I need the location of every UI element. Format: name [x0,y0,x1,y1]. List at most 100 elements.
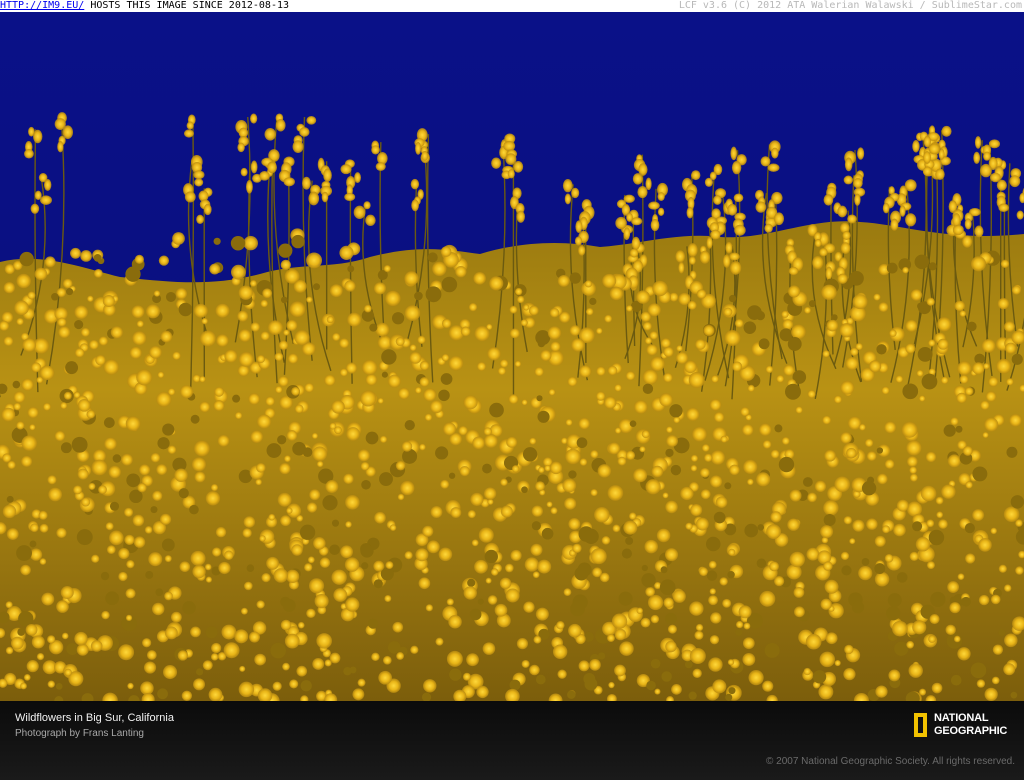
flower-bloom [275,385,283,394]
flower-bloom [874,563,886,574]
flower-bloom [174,468,188,482]
logo-line-1: NATIONAL [934,712,989,724]
flower-bloom [773,212,785,226]
flower-bloom [133,536,146,548]
flower-bloom [642,369,658,385]
flower-bloom [550,341,561,352]
flower-bloom [446,598,454,606]
flower-bloom [614,628,627,641]
flower-bloom [556,621,565,630]
flower-bloom [535,674,546,685]
flower-bloom [419,377,430,387]
flower-bloom [302,447,313,458]
flower-bloom [521,399,528,406]
flower-bloom [678,261,685,274]
flower-bloom [961,596,971,607]
flower-bloom [38,510,48,520]
flower-bloom [385,561,394,570]
flower-bloom [925,451,937,463]
flower-bloom [419,360,430,371]
flower-bloom [440,373,453,385]
flower-bloom [193,170,205,180]
flower-bloom [27,291,36,300]
flower-bloom [272,681,282,691]
flower-bloom [787,518,800,531]
flower-bloom [947,581,960,593]
flower-bloom [725,241,733,254]
flower-bloom [105,522,114,531]
flower-bloom [831,314,838,321]
flower-bloom [510,549,522,562]
flower-bloom [240,167,248,177]
flower-bloom [299,127,310,137]
flower-bloom [735,628,743,636]
flower-bloom [1015,519,1023,527]
flower-bloom [562,478,577,493]
flower-bloom [973,151,981,164]
flower-bloom [959,310,967,317]
flower-bloom [921,373,938,390]
flower-bloom [659,579,676,596]
flower-bloom [149,345,162,359]
flower-bloom [259,535,266,542]
flower-bloom [508,394,519,405]
flower-bloom [234,629,249,644]
flower-bloom [947,454,961,468]
flower-bloom [361,562,369,570]
flower-bloom [1011,285,1021,295]
flower-bloom [95,354,106,366]
flower-bloom [140,681,154,695]
flower-bloom [14,300,29,316]
flower-bloom [398,387,410,400]
flower-bloom [477,598,484,605]
flower-bloom [156,464,168,475]
flower-bloom [531,505,544,517]
flower-bloom [861,481,877,496]
flower-bloom [529,664,540,676]
flower-bloom [563,588,572,597]
flower-bloom [990,594,1001,605]
flower-bloom [608,681,615,689]
flower-bloom [367,618,379,629]
flower-bloom [178,488,189,499]
flower-bloom [205,491,221,506]
flower-bloom [676,345,683,352]
flower-bloom [843,516,852,525]
watermark-link[interactable]: HTTP://IM9.EU/ [0,0,84,11]
flower-bloom [984,417,999,432]
flower-bloom [565,418,573,426]
flower-bloom [578,417,590,430]
flower-bloom [41,592,55,606]
flower-bloom [928,339,936,347]
flower-bloom [935,168,945,180]
flower-bloom [321,191,329,203]
flower-bloom [507,169,515,179]
flower-bloom [851,601,865,614]
flower-bloom [920,485,937,502]
flower-bloom [468,303,478,312]
flower-bloom [13,391,26,403]
flower-bloom [199,375,206,383]
flower-bloom [77,399,91,412]
flower-bloom [150,506,158,514]
flower-bloom [642,321,652,331]
flower-bloom [733,193,744,203]
flower-bloom [789,551,805,568]
flower-bloom [874,535,886,547]
flower-bloom [589,659,601,671]
flower-bloom [112,454,122,463]
flower-bloom [983,362,990,370]
flower-bloom [275,118,286,132]
flower-bloom [534,367,544,377]
flower-bloom [673,416,681,424]
flower-bloom [928,635,936,643]
flower-bloom [636,290,650,304]
flower-bloom [873,293,881,301]
flower-bloom [922,166,932,177]
flower-bloom [379,472,393,486]
flower-bloom [644,539,658,554]
flower-bloom [20,682,27,690]
flower-bloom [970,256,987,272]
flower-bloom [614,384,622,392]
flower-bloom [571,187,580,199]
